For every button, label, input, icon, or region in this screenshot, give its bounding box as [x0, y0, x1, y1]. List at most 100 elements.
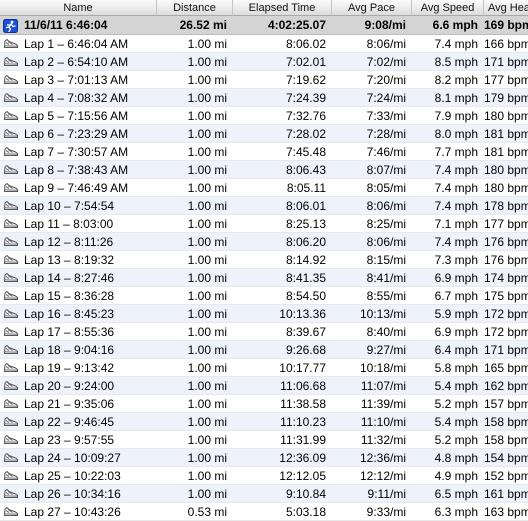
shoe-icon	[3, 433, 19, 446]
lap-distance: 1.00 mi	[157, 341, 233, 359]
lap-avg-speed: 8.2 mph	[412, 71, 484, 89]
lap-elapsed-time: 8:14.92	[233, 251, 332, 269]
lap-name-cell: Lap 23 – 9:57:55	[0, 431, 157, 449]
runner-icon	[3, 18, 19, 33]
lap-avg-heart-rate: 152 bpm	[484, 469, 528, 485]
lap-name: Lap 1 – 6:46:04 AM	[24, 36, 129, 51]
lap-name-cell: Lap 27 – 10:43:26	[0, 503, 157, 521]
shoe-icon	[3, 55, 19, 68]
lap-avg-heart-rate: 165 bpm	[484, 361, 528, 377]
shoe-icon	[3, 271, 19, 284]
lap-name-cell: Lap 6 – 7:23:29 AM	[0, 125, 157, 143]
lap-name-cell: Lap 19 – 9:13:42	[0, 359, 157, 377]
lap-name-cell: Lap 24 – 10:09:27	[0, 449, 157, 467]
lap-name: Lap 26 – 10:34:16	[24, 486, 121, 501]
lap-elapsed-time: 7:19.62	[233, 71, 332, 89]
lap-name: Lap 13 – 8:19:32	[24, 252, 115, 267]
shoe-icon	[3, 451, 19, 464]
lap-elapsed-time: 8:54.50	[233, 287, 332, 305]
lap-name-cell: Lap 4 – 7:08:32 AM	[0, 89, 157, 107]
lap-distance: 1.00 mi	[157, 485, 233, 503]
column-header-elapsed-time[interactable]: Elapsed Time	[233, 0, 332, 16]
shoe-icon	[3, 361, 19, 374]
lap-avg-speed: 4.8 mph	[412, 449, 484, 467]
lap-distance: 1.00 mi	[157, 215, 233, 233]
lap-distance: 1.00 mi	[157, 395, 233, 413]
column-header-avg-heart-rate[interactable]: Avg Hear…	[484, 0, 528, 16]
lap-name-cell: Lap 21 – 9:35:06	[0, 395, 157, 413]
lap-avg-speed: 7.1 mph	[412, 215, 484, 233]
lap-avg-speed: 6.9 mph	[412, 323, 484, 341]
lap-elapsed-time: 11:31.99	[233, 431, 332, 449]
lap-avg-speed: 7.4 mph	[412, 179, 484, 197]
shoe-icon	[3, 235, 19, 248]
lap-name: Lap 21 – 9:35:06	[24, 396, 115, 411]
lap-avg-speed: 6.5 mph	[412, 485, 484, 503]
lap-avg-pace: 8:05/mi	[332, 179, 412, 197]
shoe-icon	[3, 253, 19, 266]
lap-avg-pace: 8:06/mi	[332, 233, 412, 251]
lap-distance: 1.00 mi	[157, 359, 233, 377]
lap-avg-speed: 5.8 mph	[412, 359, 484, 377]
column-header-avg-pace[interactable]: Avg Pace	[332, 0, 412, 16]
lap-name: Lap 10 – 7:54:54	[24, 198, 115, 213]
lap-distance: 1.00 mi	[157, 125, 233, 143]
lap-avg-speed: 7.9 mph	[412, 107, 484, 125]
lap-avg-pace: 11:10/mi	[332, 413, 412, 431]
column-header-distance[interactable]: Distance	[157, 0, 233, 16]
summary-elapsed-time: 4:02:25.07	[233, 16, 332, 35]
lap-name: Lap 18 – 9:04:16	[24, 342, 115, 357]
lap-avg-heart-rate: 175 bpm	[484, 289, 528, 305]
lap-avg-pace: 8:06/mi	[332, 35, 412, 53]
lap-avg-heart-rate: 172 bpm	[484, 325, 528, 341]
lap-avg-speed: 6.7 mph	[412, 287, 484, 305]
lap-elapsed-time: 8:39.67	[233, 323, 332, 341]
lap-avg-pace: 8:55/mi	[332, 287, 412, 305]
lap-distance: 1.00 mi	[157, 377, 233, 395]
lap-avg-pace: 8:40/mi	[332, 323, 412, 341]
lap-distance: 1.00 mi	[157, 89, 233, 107]
lap-name: Lap 25 – 10:22:03	[24, 468, 121, 483]
lap-avg-speed: 5.2 mph	[412, 431, 484, 449]
lap-elapsed-time: 7:32.76	[233, 107, 332, 125]
lap-distance: 1.00 mi	[157, 161, 233, 179]
lap-name-cell: Lap 1 – 6:46:04 AM	[0, 35, 157, 53]
lap-avg-heart-rate: 166 bpm	[484, 37, 528, 53]
lap-elapsed-time: 11:06.68	[233, 377, 332, 395]
lap-elapsed-time: 8:06.02	[233, 35, 332, 53]
lap-name-cell: Lap 2 – 6:54:10 AM	[0, 53, 157, 71]
lap-avg-speed: 4.9 mph	[412, 467, 484, 485]
lap-avg-speed: 7.4 mph	[412, 233, 484, 251]
lap-name-cell: Lap 10 – 7:54:54	[0, 197, 157, 215]
lap-elapsed-time: 12:12.05	[233, 467, 332, 485]
lap-distance: 1.00 mi	[157, 143, 233, 161]
summary-name: 11/6/11 6:46:04	[24, 17, 108, 32]
lap-distance: 1.00 mi	[157, 233, 233, 251]
lap-name: Lap 19 – 9:13:42	[24, 360, 115, 375]
lap-distance: 1.00 mi	[157, 71, 233, 89]
lap-name: Lap 5 – 7:15:56 AM	[24, 108, 129, 123]
lap-name: Lap 23 – 9:57:55	[24, 432, 115, 447]
lap-name-cell: Lap 8 – 7:38:43 AM	[0, 161, 157, 179]
lap-name: Lap 4 – 7:08:32 AM	[24, 90, 129, 105]
shoe-icon	[3, 505, 19, 518]
lap-name: Lap 20 – 9:24:00	[24, 378, 115, 393]
column-header-name[interactable]: Name	[0, 0, 157, 16]
lap-distance: 1.00 mi	[157, 269, 233, 287]
lap-distance: 1.00 mi	[157, 467, 233, 485]
lap-name: Lap 3 – 7:01:13 AM	[24, 72, 129, 87]
lap-avg-pace: 7:46/mi	[332, 143, 412, 161]
laps-table: Name Distance Elapsed Time Avg Pace Avg …	[0, 0, 528, 521]
lap-avg-speed: 5.2 mph	[412, 395, 484, 413]
lap-avg-pace: 9:33/mi	[332, 503, 412, 521]
column-header-avg-speed[interactable]: Avg Speed	[412, 0, 484, 16]
lap-avg-heart-rate: 176 bpm	[484, 233, 528, 251]
lap-avg-heart-rate: 162 bpm	[484, 377, 528, 395]
lap-avg-heart-rate: 181 bpm	[484, 125, 528, 143]
lap-avg-pace: 7:24/mi	[332, 89, 412, 107]
lap-avg-heart-rate: 158 bpm	[484, 433, 528, 449]
summary-avg-heart-rate: 169 bpm	[484, 16, 528, 35]
lap-name: Lap 9 – 7:46:49 AM	[24, 180, 129, 195]
lap-avg-pace: 10:13/mi	[332, 305, 412, 323]
lap-avg-speed: 7.3 mph	[412, 251, 484, 269]
